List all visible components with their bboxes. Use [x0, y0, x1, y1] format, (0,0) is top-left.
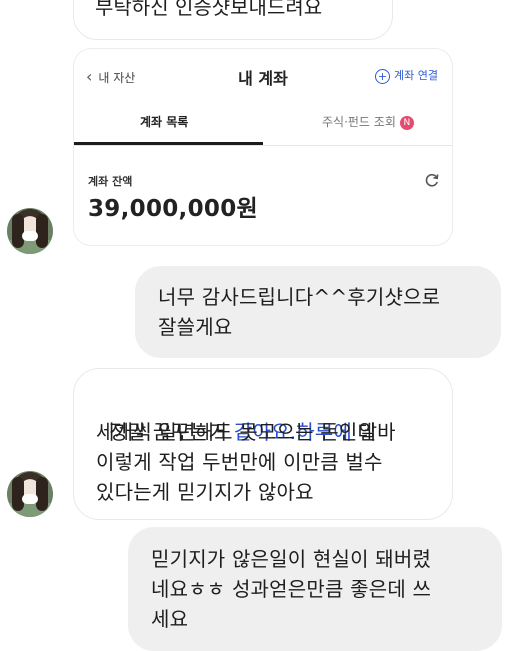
tab-account-list: 계좌 목록 — [140, 115, 189, 129]
avatar[interactable] — [7, 208, 53, 254]
mask-icon — [22, 231, 38, 241]
message-text: 이렇게 작업 두번만에 이만큼 벌수 — [96, 450, 383, 474]
message-text: 믿기지가 않은일이 현실이 돼버렸 — [151, 547, 432, 571]
balance-value: 39,000,000원 — [88, 196, 258, 222]
message-text: 세요 — [151, 607, 189, 631]
account-connect-label: 계좌 연결 — [394, 69, 438, 82]
message-text: 있다는게 믿기지가 않아요 — [96, 480, 314, 504]
message-text: 너무 감사드립니다^^후기샷으로 — [158, 285, 441, 309]
avatar[interactable] — [7, 471, 53, 517]
account-connect-link: + 계좌 연결 — [375, 67, 438, 84]
plus-circle-icon: + — [375, 68, 391, 84]
message-text: 잘쓸게요 — [158, 315, 233, 339]
mask-icon — [22, 494, 38, 504]
message-text: 부탁하신 인증샷보내드려요 — [95, 0, 323, 19]
bank-tabs: 계좌 목록 주식·펀드 조회 N — [74, 105, 452, 146]
balance-label: 계좌 잔액 — [88, 175, 133, 188]
tab-stock-fund-label: 주식·펀드 조회 — [322, 115, 396, 129]
active-tab-underline — [74, 142, 263, 145]
bank-header: ‹ 내 자산 내 계좌 + 계좌 연결 — [74, 49, 452, 105]
message-text: 세개씩 일년해도 못모으는 돈인데 — [96, 420, 377, 444]
tab-stock-fund: 주식·펀드 조회 N — [322, 113, 414, 130]
refresh-icon — [425, 173, 439, 187]
new-badge: N — [399, 115, 414, 130]
bank-account-screenshot[interactable]: ‹ 내 자산 내 계좌 + 계좌 연결 계좌 목록 주식·펀드 조회 N 계좌 잔액 … — [73, 48, 453, 246]
message-text: 네요ㅎㅎ 성과얻은만큼 좋은데 쓰 — [151, 577, 432, 601]
